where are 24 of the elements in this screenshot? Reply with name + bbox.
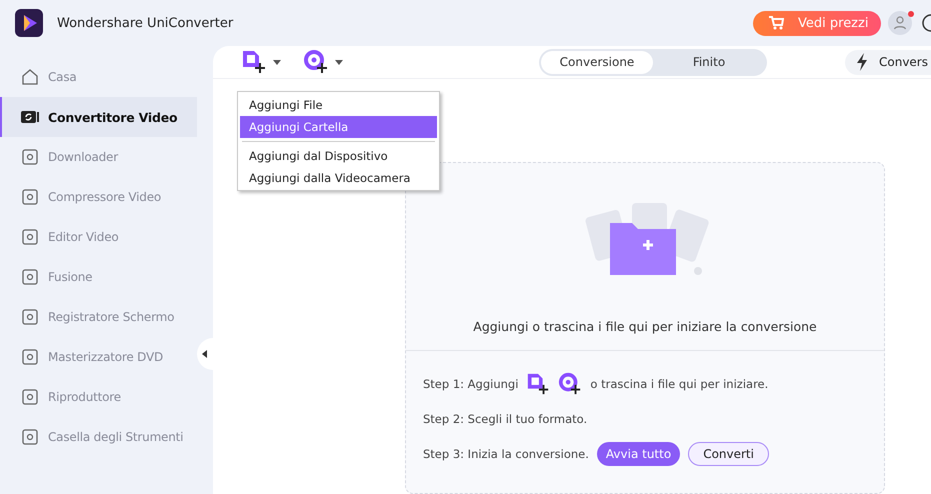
convert-button[interactable]: Converti (688, 442, 769, 466)
app-title: Wondershare UniConverter (57, 16, 234, 30)
sidebar-item[interactable]: Convertitore Video (0, 97, 197, 137)
sidebar-item[interactable]: Riproduttore (0, 377, 197, 417)
step-text: Step 3: Inizia la conversione. (423, 447, 589, 461)
step-text: Step 2: Scegli il tuo formato. (423, 412, 588, 426)
sidebar-item[interactable]: Editor Video (0, 217, 197, 257)
step-text: o trascina i file qui per iniziare. (590, 377, 768, 391)
sidebar-item[interactable]: Compressore Video (0, 177, 197, 217)
step-text: Step 1: Aggiungi (423, 377, 518, 391)
sidebar-item[interactable]: Registratore Schermo (0, 297, 197, 337)
turbo-button[interactable]: Convers (845, 50, 931, 74)
pricing-button[interactable]: Vedi prezzi (753, 10, 881, 36)
drop-caption: Aggiungi o trascina i file qui per iniziare la conversione (473, 319, 817, 334)
tab[interactable]: Conversione (541, 50, 653, 74)
start-all-button[interactable]: Avvia tutto (596, 442, 680, 466)
sidebar-item[interactable]: Downloader (0, 137, 197, 177)
sidebar-item[interactable]: Casa (0, 57, 197, 97)
menu-item[interactable]: Aggiungi Cartella (240, 116, 437, 138)
menu-item[interactable]: Aggiungi File (240, 94, 437, 116)
sidebar-item[interactable]: Fusione (0, 257, 197, 297)
sidebar-item[interactable]: Casella degli Strumenti (0, 417, 197, 457)
sidebar-item[interactable]: Masterizzatore DVD (0, 337, 197, 377)
tab[interactable]: Finito (653, 50, 765, 74)
